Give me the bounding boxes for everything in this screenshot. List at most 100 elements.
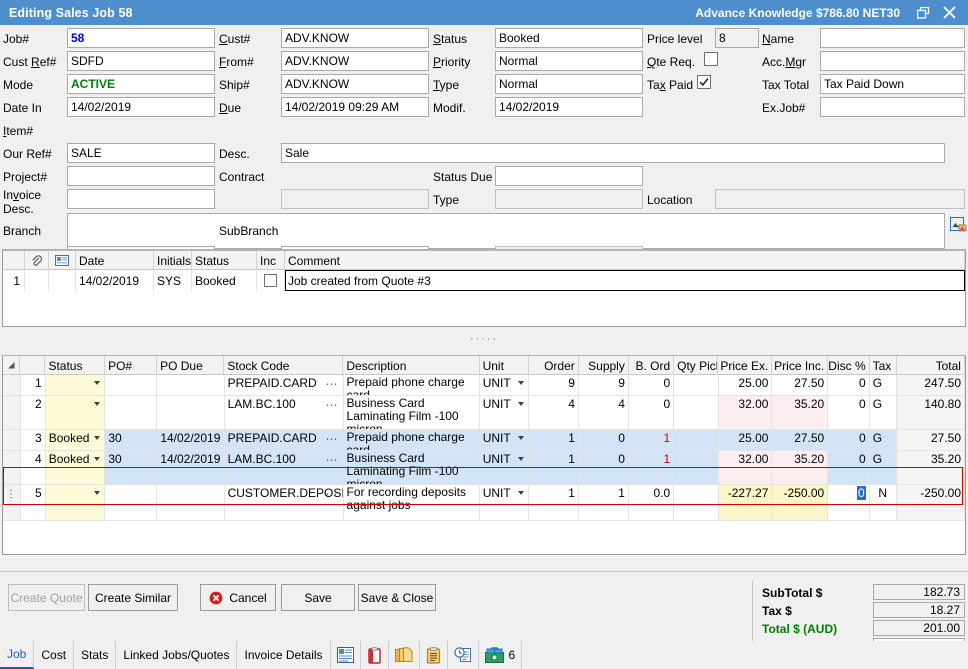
row-tax[interactable]: G [870, 430, 897, 450]
col-price-inc[interactable]: Price Inc. [772, 356, 828, 375]
row-disc[interactable]: 0 [828, 375, 869, 395]
row-stock-code[interactable]: LAM.BC.100⋯ [225, 396, 344, 429]
row-unit[interactable]: UNIT [480, 451, 529, 484]
table-row[interactable]: 3 Booked 30 14/02/2019 PREPAID.CARD⋯ Pre… [3, 430, 965, 451]
row-status[interactable] [46, 485, 106, 520]
close-icon[interactable] [936, 2, 962, 24]
row-price-inc[interactable]: 27.50 [772, 430, 828, 450]
col-tax[interactable]: Tax [870, 356, 897, 375]
tab-linked-jobs-quotes[interactable]: Linked Jobs/Quotes [116, 641, 237, 669]
tab-invoice-details[interactable]: Invoice Details [237, 641, 330, 669]
tab-job[interactable]: Job [0, 641, 34, 669]
row-po-due[interactable] [157, 375, 224, 395]
row-description[interactable]: Prepaid phone charge card [344, 375, 480, 395]
col-disc[interactable]: Disc % [828, 356, 869, 375]
row-price-inc[interactable]: 35.20 [772, 396, 828, 429]
col-status[interactable]: Status [45, 356, 105, 375]
row-tax[interactable]: G [870, 396, 897, 429]
row-po[interactable]: 30 [105, 451, 157, 484]
row-order[interactable]: 1 [529, 430, 579, 450]
stock-lookup-icon[interactable]: ⋯ [326, 487, 339, 501]
row-status[interactable]: Booked [46, 430, 106, 450]
insert-image-icon[interactable] [949, 215, 967, 233]
row-po-due[interactable]: 14/02/2019 [157, 451, 224, 484]
cust-ref-input[interactable]: SDFD [67, 51, 215, 71]
stock-lookup-icon[interactable]: ⋯ [326, 453, 339, 467]
money-gift-icon[interactable]: 6 [479, 641, 523, 669]
row-price-inc[interactable]: 35.20 [772, 451, 828, 484]
row-po[interactable] [105, 396, 157, 429]
row-qty-pick[interactable] [674, 396, 718, 429]
inc-checkbox[interactable] [264, 274, 277, 287]
status-due-select[interactable] [495, 166, 643, 186]
table-row[interactable]: 2 LAM.BC.100⋯ Business Card Laminating F… [3, 396, 965, 430]
row-order[interactable]: 9 [529, 375, 579, 395]
save-and-close-button[interactable]: Save & Close [358, 584, 436, 611]
job-number-input[interactable]: 58 [67, 28, 215, 48]
comment-row-note[interactable] [49, 270, 76, 291]
row-supply[interactable]: 0 [579, 451, 629, 484]
table-row[interactable]: 1 PREPAID.CARD⋯ Prepaid phone charge car… [3, 375, 965, 396]
row-unit[interactable]: UNIT [480, 375, 529, 395]
row-supply[interactable]: 4 [579, 396, 629, 429]
row-stock-code[interactable]: PREPAID.CARD⋯ [225, 430, 344, 450]
invoice-desc-input[interactable] [67, 213, 945, 249]
row-status[interactable] [46, 375, 106, 395]
date-in-input[interactable]: 14/02/2019 [67, 97, 215, 117]
row-price-ex[interactable]: 32.00 [719, 451, 773, 484]
row-unit[interactable]: UNIT [480, 430, 529, 450]
col-supply[interactable]: Supply [579, 356, 629, 375]
clipboard-red-icon[interactable] [361, 641, 389, 669]
copy-pages-icon[interactable] [389, 641, 420, 669]
stock-lookup-icon[interactable]: ⋯ [326, 432, 339, 446]
row-po[interactable]: 30 [105, 430, 157, 450]
ship-number-input[interactable]: ADV.KNOW [281, 74, 429, 94]
col-po[interactable]: PO# [105, 356, 157, 375]
qte-req-checkbox[interactable] [704, 52, 718, 66]
row-stock-code[interactable]: LAM.BC.100⋯ [225, 451, 344, 484]
row-qty-pick[interactable] [674, 375, 718, 395]
comment-col-inc[interactable]: Inc [257, 251, 285, 270]
row-disc[interactable]: 0 [828, 396, 869, 429]
row-price-ex[interactable]: 25.00 [719, 375, 773, 395]
row-b-ord[interactable]: 1 [629, 430, 674, 450]
stock-lookup-icon[interactable]: ⋯ [326, 377, 339, 391]
row-po-due[interactable] [157, 485, 224, 520]
row-po-due[interactable]: 14/02/2019 [157, 430, 224, 450]
col-order[interactable]: Order [529, 356, 579, 375]
comment-row-inc[interactable] [257, 270, 285, 291]
acc-mgr-select[interactable] [820, 51, 965, 71]
col-stock-code[interactable]: Stock Code [224, 356, 343, 375]
name-select[interactable] [820, 28, 965, 48]
comment-row-attachment[interactable] [25, 270, 49, 291]
row-tax[interactable]: N [870, 485, 897, 520]
clipboard-list-icon[interactable] [420, 641, 448, 669]
row-price-ex[interactable]: -227.27 [719, 485, 773, 520]
table-row[interactable]: 4 Booked 30 14/02/2019 LAM.BC.100⋯ Busin… [3, 451, 965, 485]
save-button[interactable]: Save [281, 584, 355, 611]
col-unit[interactable]: Unit [480, 356, 529, 375]
row-b-ord[interactable]: 0 [629, 375, 674, 395]
comment-col-initials[interactable]: Initials [154, 251, 192, 270]
row-description[interactable]: Prepaid phone charge card [344, 430, 480, 450]
create-similar-button[interactable]: Create Similar [88, 584, 178, 611]
row-order[interactable]: 1 [529, 451, 579, 484]
row-supply[interactable]: 9 [579, 375, 629, 395]
row-po-due[interactable] [157, 396, 224, 429]
row-price-inc[interactable]: -250.00 [772, 485, 828, 520]
comment-col-date[interactable]: Date [76, 251, 154, 270]
row-disc[interactable]: 0 [828, 451, 869, 484]
row-disc[interactable]: 0 [828, 485, 869, 520]
create-quote-button[interactable]: Create Quote [8, 584, 85, 611]
col-qty-pick[interactable]: Qty Pick [674, 356, 718, 375]
grid-splitter[interactable]: ····· [0, 333, 968, 345]
row-b-ord[interactable]: 1 [629, 451, 674, 484]
row-price-ex[interactable]: 32.00 [719, 396, 773, 429]
table-row-selected[interactable]: ⋮ 5 CUSTOMER.DEPOSITS⋯ For recording dep… [3, 485, 965, 521]
col-po-due[interactable]: PO Due [157, 356, 224, 375]
row-price-ex[interactable]: 25.00 [719, 430, 773, 450]
priority-select[interactable]: Normal [495, 51, 643, 71]
comment-row-date[interactable]: 14/02/2019 [76, 270, 154, 291]
comment-col-comment[interactable]: Comment [285, 251, 965, 270]
form-view-icon[interactable] [331, 641, 361, 669]
